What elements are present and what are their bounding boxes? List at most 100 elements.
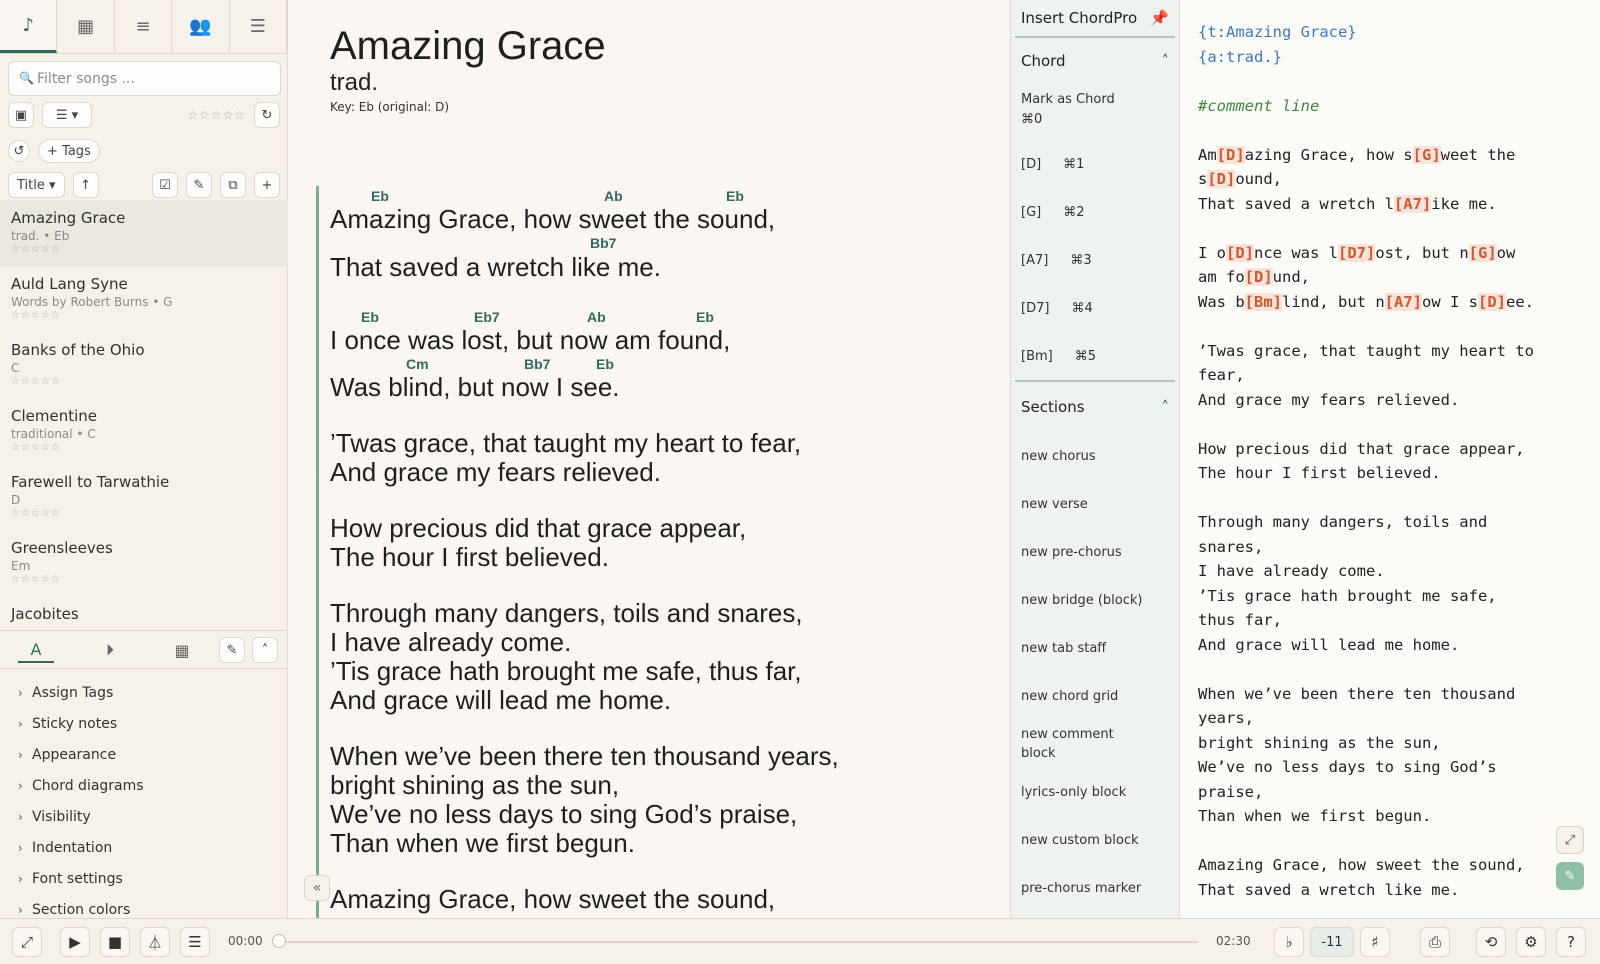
- player-settings-button[interactable]: ☰: [180, 927, 210, 957]
- section-item[interactable]: new chorus: [1011, 432, 1179, 480]
- song-key: Key: Eb (original: D): [330, 100, 450, 114]
- section-item[interactable]: new pre-chorus: [1011, 528, 1179, 576]
- sections-header[interactable]: Sections ˄: [1011, 382, 1179, 432]
- refresh-icon: ↻: [261, 107, 273, 123]
- collapse-sidebar-button[interactable]: «: [304, 875, 330, 901]
- code-line: We’ve no less days to sing God’s: [1198, 758, 1497, 776]
- filter-songs-input[interactable]: 🔍 Filter songs ...: [8, 61, 281, 96]
- seek-bar[interactable]: [278, 941, 1198, 943]
- archive-button[interactable]: ▣: [8, 102, 34, 128]
- lyric-line: We’ve no less days to sing God’s praise,: [330, 799, 798, 829]
- collapse-panel-button[interactable]: ˄: [252, 637, 278, 663]
- edit-mode-button[interactable]: ✎: [1556, 862, 1584, 890]
- song-item[interactable]: Farewell to Tarwathie D ☆☆☆☆☆: [0, 464, 288, 530]
- import-button[interactable]: ⧉: [220, 172, 246, 198]
- expand-editor-button[interactable]: ⤢: [1556, 826, 1584, 854]
- lyric-line: And grace my fears relieved.: [330, 457, 661, 487]
- accordion-chord-diagrams[interactable]: › Chord diagrams: [18, 770, 270, 801]
- add-song-button[interactable]: +: [254, 172, 280, 198]
- insert-chord-item[interactable]: [A7] ⌘3: [1011, 236, 1179, 284]
- insert-chord-item[interactable]: [D7] ⌘4: [1011, 284, 1179, 332]
- tab-playback[interactable]: ⏵: [92, 637, 128, 663]
- metronome-button[interactable]: ⏃: [140, 927, 170, 957]
- transpose-up-button[interactable]: ♯: [1360, 927, 1390, 957]
- print-button[interactable]: ⎙: [1420, 927, 1450, 957]
- section-item[interactable]: lyrics-only block: [1011, 768, 1179, 816]
- seek-handle[interactable]: [272, 934, 286, 948]
- chordpro-editor[interactable]: {t:Amazing Grace} {a:trad.} #comment line…: [1180, 0, 1600, 918]
- multi-select-button[interactable]: ☑: [152, 172, 178, 198]
- play-circle-icon: ⏵: [105, 640, 114, 659]
- rating-filter[interactable]: ☆☆☆☆☆: [187, 108, 246, 122]
- insert-chord-item[interactable]: [D] ⌘1: [1011, 140, 1179, 188]
- song-item[interactable]: Greensleeves Em ☆☆☆☆☆: [0, 530, 288, 596]
- tab-text-format[interactable]: A: [18, 637, 54, 663]
- accordion-assign-tags[interactable]: › Assign Tags: [18, 677, 270, 708]
- song-item-rating: ☆☆☆☆☆: [11, 244, 61, 255]
- chord-label: Eb: [361, 309, 379, 325]
- accordion-label: Font settings: [32, 870, 123, 887]
- song-item-meta: traditional • C: [11, 427, 96, 441]
- tab-songs[interactable]: ♪: [0, 0, 58, 53]
- tab-setlists[interactable]: ≡: [115, 0, 173, 53]
- song-item[interactable]: Amazing Grace trad. • Eb ☆☆☆☆☆: [0, 200, 288, 266]
- accordion-visibility[interactable]: › Visibility: [18, 801, 270, 832]
- song-item[interactable]: Clementine traditional • C ☆☆☆☆☆: [0, 398, 288, 464]
- sync-button[interactable]: ⟲: [1476, 927, 1506, 957]
- directive-artist: {a:trad.}: [1198, 47, 1282, 66]
- section-item[interactable]: new chord grid: [1011, 672, 1179, 720]
- mark-as-chord-item[interactable]: Mark as Chord ⌘0: [1011, 84, 1179, 140]
- add-tags-button[interactable]: + Tags: [38, 139, 100, 163]
- accordion-font-settings[interactable]: › Font settings: [18, 863, 270, 894]
- tab-people[interactable]: 👥: [172, 0, 230, 53]
- section-item[interactable]: new tab staff: [1011, 624, 1179, 672]
- accordion-indentation[interactable]: › Indentation: [18, 832, 270, 863]
- tab-settings[interactable]: ☰: [230, 0, 288, 53]
- chord-label: Ab: [587, 309, 606, 325]
- section-item[interactable]: new custom block: [1011, 816, 1179, 864]
- sort-direction-button[interactable]: ↑: [72, 172, 99, 198]
- expand-icon: ⤢: [20, 933, 33, 951]
- tab-keyboard[interactable]: ▦: [57, 0, 115, 53]
- printer-icon: ⎙: [1428, 933, 1441, 951]
- tab-keyboard-view[interactable]: ▦: [164, 637, 200, 663]
- lyric-line: I once was lost, but now am found,: [330, 325, 731, 355]
- accordion-sticky-notes[interactable]: › Sticky notes: [18, 708, 270, 739]
- section-item[interactable]: new comment block: [1011, 720, 1131, 768]
- song-item-title: Jacobites: [11, 605, 79, 623]
- song-item[interactable]: Banks of the Ohio C ☆☆☆☆☆: [0, 332, 288, 398]
- chevron-right-icon: ›: [18, 747, 23, 762]
- section-item[interactable]: pre-chorus marker: [1011, 864, 1179, 912]
- refresh-button[interactable]: ↻: [254, 102, 280, 128]
- pin-icon[interactable]: 📌: [1150, 9, 1169, 27]
- text-format-icon: A: [30, 639, 42, 659]
- fullscreen-button[interactable]: ⤢: [12, 927, 42, 957]
- chord-label: Cm: [406, 356, 429, 372]
- insert-chord-item[interactable]: [Bm] ⌘5: [1011, 332, 1179, 380]
- stop-button[interactable]: ■: [100, 927, 130, 957]
- chord-section-header[interactable]: Chord ˄: [1011, 38, 1179, 84]
- song-item[interactable]: Auld Lang Syne Words by Robert Burns • G…: [0, 266, 288, 332]
- transpose-down-button[interactable]: ♭: [1274, 927, 1304, 957]
- lyric-line: How precious did that grace appear,: [330, 513, 747, 543]
- play-button[interactable]: ▶: [60, 927, 90, 957]
- accordion-appearance[interactable]: › Appearance: [18, 739, 270, 770]
- sort-dropdown[interactable]: Title ▾: [8, 172, 65, 198]
- help-button[interactable]: ?: [1556, 927, 1586, 957]
- settings-button[interactable]: ⚙: [1516, 927, 1546, 957]
- edit-options-button[interactable]: ✎: [219, 637, 245, 663]
- song-artist: trad.: [330, 69, 379, 96]
- editor-text[interactable]: {t:Amazing Grace} {a:trad.} #comment line…: [1198, 20, 1534, 902]
- piano-icon: ▦: [174, 640, 190, 660]
- player-bar: ⤢ ▶ ■ ⏃ ☰ 00:00 02:30 ♭ -11 ♯ ⎙ ⟲ ⚙ ?: [0, 918, 1600, 964]
- edit-song-button[interactable]: ✎: [186, 172, 212, 198]
- section-item[interactable]: new verse: [1011, 480, 1179, 528]
- reset-button[interactable]: ↺: [8, 140, 30, 162]
- section-item[interactable]: new bridge (block): [1011, 576, 1179, 624]
- insert-chord-item[interactable]: [G] ⌘2: [1011, 188, 1179, 236]
- chord-shortcut: ⌘2: [1063, 204, 1085, 220]
- chord-code: [D7]: [1021, 300, 1050, 316]
- song-item[interactable]: Jacobites: [0, 596, 288, 630]
- transpose-value[interactable]: -11: [1310, 927, 1354, 957]
- view-mode-dropdown[interactable]: ☰ ▾: [42, 102, 92, 128]
